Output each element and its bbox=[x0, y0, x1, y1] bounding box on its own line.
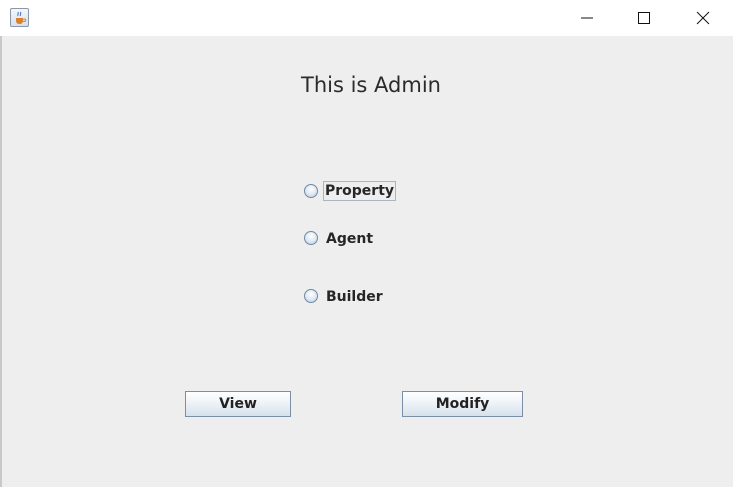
builder-radio[interactable] bbox=[304, 289, 318, 303]
page-title: This is Admin bbox=[301, 73, 441, 97]
window-border bbox=[0, 36, 2, 487]
property-radio-label[interactable]: Property bbox=[323, 181, 397, 201]
maximize-icon bbox=[638, 12, 650, 24]
property-radio[interactable] bbox=[304, 184, 318, 198]
maximize-button[interactable] bbox=[621, 0, 667, 36]
title-bar bbox=[0, 0, 733, 36]
minimize-button[interactable] bbox=[564, 0, 610, 36]
close-icon bbox=[696, 11, 710, 25]
admin-window: This is Admin Property Agent Builder Vie… bbox=[0, 0, 733, 487]
builder-radio-label[interactable]: Builder bbox=[326, 289, 383, 305]
agent-radio-label[interactable]: Agent bbox=[326, 231, 373, 247]
java-cup-icon[interactable] bbox=[10, 8, 29, 27]
view-button[interactable]: View bbox=[185, 391, 291, 417]
minimize-icon bbox=[581, 17, 593, 19]
modify-button[interactable]: Modify bbox=[402, 391, 523, 417]
agent-radio[interactable] bbox=[304, 231, 318, 245]
close-button[interactable] bbox=[680, 0, 726, 36]
